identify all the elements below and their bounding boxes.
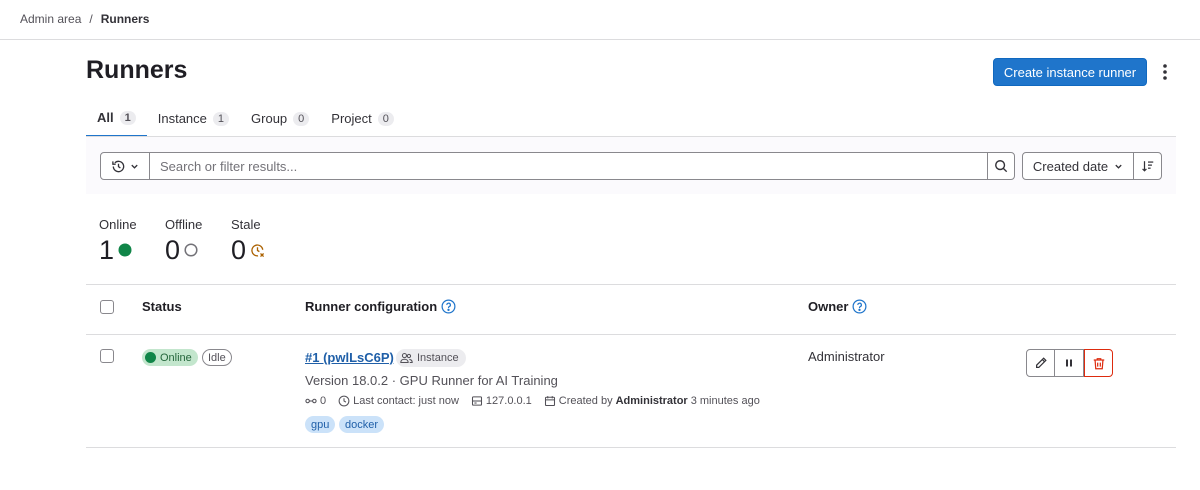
column-label: Runner configuration	[305, 299, 438, 314]
delete-button[interactable]	[1084, 349, 1113, 377]
help-icon[interactable]	[852, 299, 867, 314]
create-instance-runner-button[interactable]: Create instance runner	[993, 58, 1147, 86]
runner-owner[interactable]: Administrator	[808, 349, 885, 364]
tab-count-badge: 0	[377, 111, 394, 126]
stat-value: 0	[165, 235, 181, 265]
tab-count-badge: 0	[293, 111, 310, 126]
pause-button[interactable]	[1055, 349, 1084, 377]
runner-type-label: Instance	[417, 352, 459, 364]
stat-online: Online 1	[99, 217, 137, 265]
sort-dropdown[interactable]: Created date	[1022, 152, 1134, 180]
created-prefix: Created by	[558, 395, 613, 407]
jobs-count-value: 0	[320, 395, 327, 407]
status-label: Online	[160, 351, 192, 364]
search-history-button[interactable]	[100, 152, 150, 180]
sort-descending-icon	[1141, 161, 1153, 172]
sort-label: Created date	[1032, 158, 1109, 174]
column-header-configuration: Runner configuration	[305, 299, 456, 314]
breadcrumb-admin-area[interactable]: Admin area	[20, 12, 81, 26]
created-by-user[interactable]: Administrator	[616, 395, 688, 407]
tab-label: Instance	[157, 111, 207, 126]
row-checkbox[interactable]	[100, 349, 114, 363]
users-icon	[400, 353, 413, 363]
status-badge-idle: Idle	[202, 349, 232, 366]
chevron-down-icon	[1115, 164, 1122, 169]
pipeline-icon	[305, 398, 317, 404]
page-title: Runners	[86, 56, 188, 84]
stat-value: 0	[231, 235, 247, 265]
runner-tag: docker	[339, 416, 385, 433]
table-top-divider	[86, 284, 1176, 285]
trash-icon	[1093, 357, 1104, 369]
jobs-count: 0	[305, 395, 326, 407]
search-icon	[995, 160, 1008, 173]
column-header-status: Status	[142, 299, 182, 314]
calendar-icon	[544, 396, 555, 407]
runner-meta: 0 Last contact: just now 127.0.0.1 Creat…	[305, 395, 772, 407]
stat-offline: Offline 0	[165, 217, 202, 265]
search-button[interactable]	[987, 152, 1015, 180]
online-status-icon	[118, 243, 132, 257]
tab-label: Project	[331, 111, 372, 126]
history-icon	[112, 160, 125, 172]
stale-status-icon	[251, 243, 265, 257]
runner-link[interactable]: #1 (pwlLsC6P)	[305, 350, 394, 365]
sort-direction-button[interactable]	[1133, 152, 1162, 180]
tab-project[interactable]: Project 0	[320, 100, 405, 137]
row-actions	[1026, 349, 1113, 377]
stat-label: Offline	[165, 217, 203, 232]
ip-address-value: 127.0.0.1	[485, 395, 532, 407]
breadcrumb: Admin area / Runners	[20, 12, 149, 26]
runner-type-badge: Instance	[396, 349, 466, 367]
runner-description: Version 18.0.2 · GPU Runner for AI Train…	[305, 373, 558, 388]
server-icon	[471, 396, 482, 406]
clock-icon	[338, 395, 350, 407]
pause-icon	[1066, 359, 1072, 367]
column-label: Owner	[808, 299, 849, 314]
table-header-divider	[86, 334, 1176, 335]
help-icon[interactable]	[441, 299, 456, 314]
stat-label: Stale	[231, 217, 261, 232]
header-divider	[0, 39, 1200, 40]
tab-label: Group	[251, 111, 288, 126]
column-header-owner: Owner	[808, 299, 867, 314]
breadcrumb-runners[interactable]: Runners	[101, 12, 150, 26]
more-actions-icon[interactable]	[1156, 62, 1174, 82]
table-bottom-divider	[86, 447, 1176, 448]
stat-value: 1	[99, 235, 115, 265]
select-all-checkbox[interactable]	[100, 300, 114, 314]
breadcrumb-separator: /	[89, 12, 93, 26]
tab-instance[interactable]: Instance 1	[147, 100, 240, 137]
stat-stale: Stale 0	[231, 217, 265, 265]
last-contact: Last contact: just now	[338, 395, 459, 407]
created-ago: 3 minutes ago	[690, 395, 760, 407]
pencil-icon	[1035, 357, 1047, 368]
runner-type-tabs: All 1 Instance 1 Group 0 Project 0	[86, 100, 405, 137]
stat-label: Online	[99, 217, 137, 232]
column-label: Status	[142, 299, 182, 314]
status-badge-online: Online	[142, 349, 198, 366]
offline-status-icon	[184, 243, 198, 257]
search-input[interactable]	[149, 152, 988, 180]
tab-count-badge: 1	[119, 110, 136, 125]
last-contact-text: Last contact: just now	[353, 395, 459, 407]
tab-label: All	[97, 110, 114, 125]
runner-tag: gpu	[305, 416, 336, 433]
edit-button[interactable]	[1026, 349, 1055, 377]
chevron-down-icon	[131, 164, 138, 169]
tab-group[interactable]: Group 0	[240, 100, 320, 137]
created-info: Created by Administrator 3 minutes ago	[544, 395, 760, 407]
tab-count-badge: 1	[212, 111, 230, 126]
ip-address: 127.0.0.1	[471, 395, 532, 407]
tab-all[interactable]: All 1	[86, 100, 147, 137]
online-status-icon	[145, 352, 156, 363]
